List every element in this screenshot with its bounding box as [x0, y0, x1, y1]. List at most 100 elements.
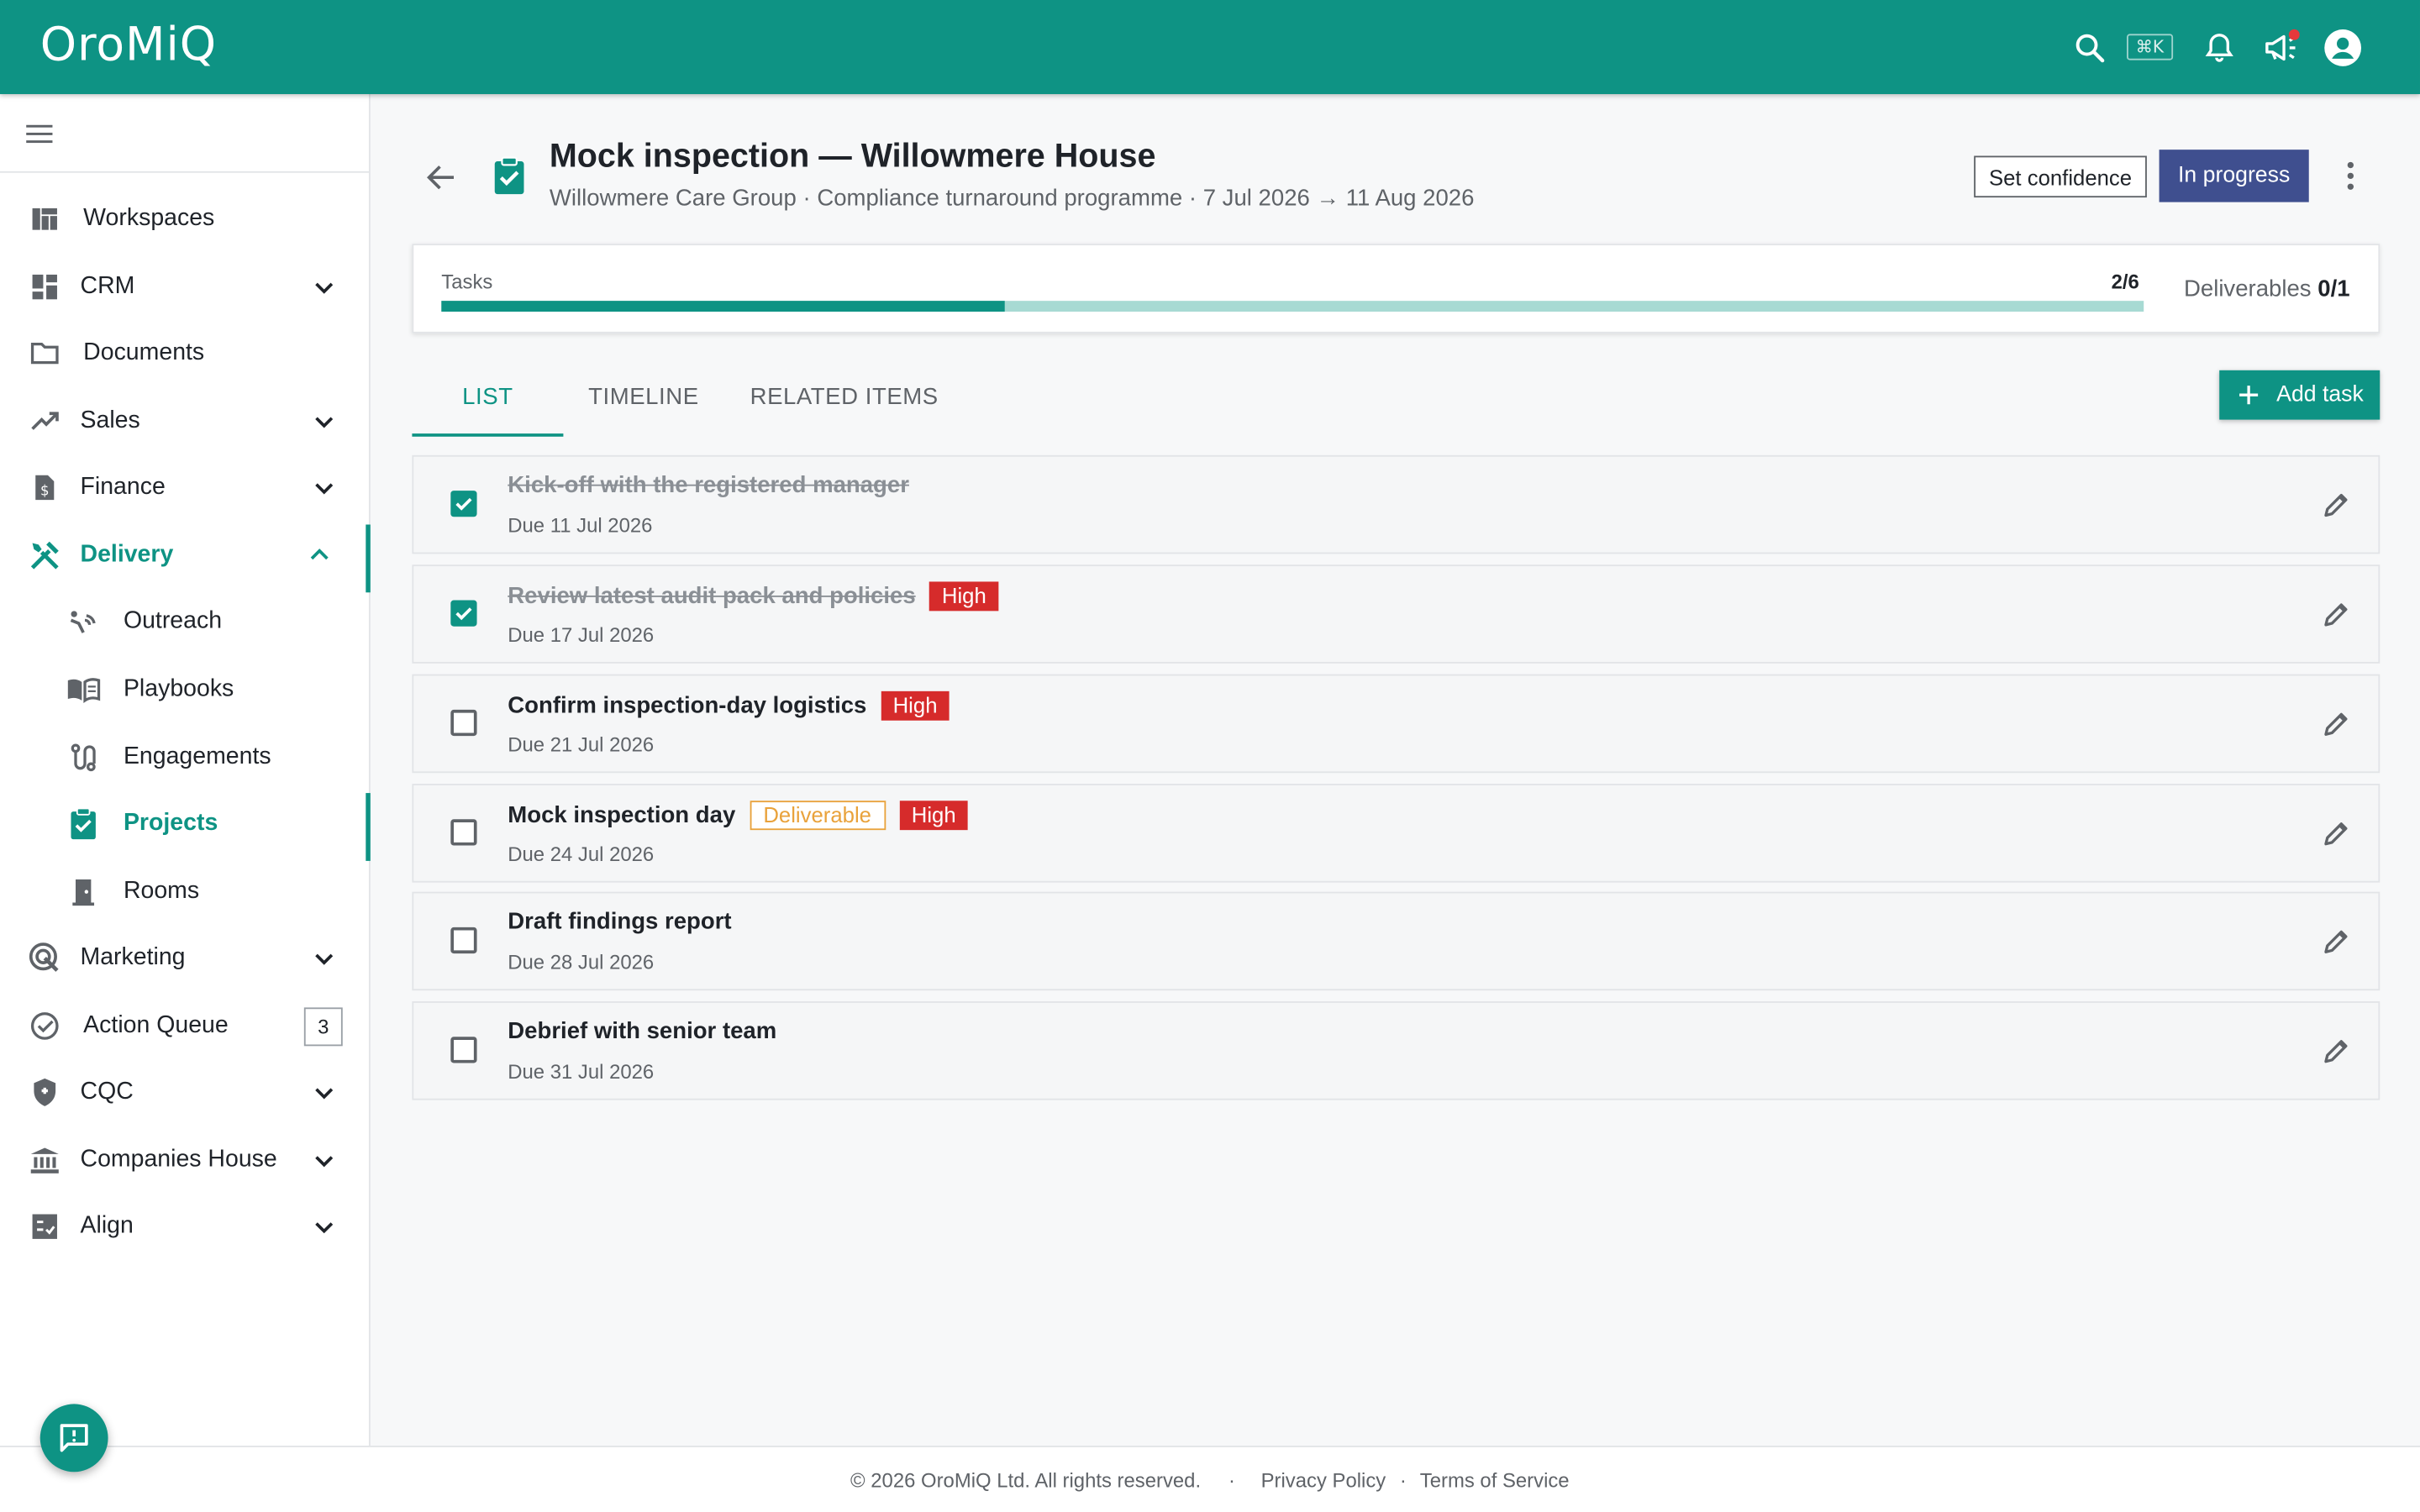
terms-of-service-link[interactable]: Terms of Service: [1420, 1469, 1570, 1493]
invoice-icon: $: [28, 470, 61, 504]
task-checkbox[interactable]: [450, 1037, 477, 1063]
sidebar-item-label: CRM: [80, 273, 135, 300]
task-row[interactable]: Draft findings report Due 28 Jul 2026: [412, 891, 2381, 991]
bell-icon: [2205, 33, 2233, 61]
set-confidence-button[interactable]: Set confidence: [1974, 155, 2147, 198]
task-checkbox[interactable]: [450, 927, 477, 954]
sidebar-item-crm[interactable]: CRM: [0, 256, 369, 318]
sidebar-divider: [0, 171, 369, 173]
dashboard-icon: [28, 270, 61, 303]
page-title: Mock inspection — Willowmere House: [549, 137, 1156, 175]
sidebar-item-documents[interactable]: Documents: [0, 323, 369, 384]
book-icon: [66, 673, 101, 706]
sidebar-item-marketing[interactable]: Marketing: [0, 927, 369, 989]
shield-icon: [28, 1075, 61, 1109]
sidebar-item-engagements[interactable]: Engagements: [0, 727, 369, 788]
task-title-text[interactable]: Mock inspection day: [508, 802, 735, 828]
chevron-down-icon: [315, 1088, 334, 1100]
account-icon: [2324, 29, 2362, 66]
task-title-text[interactable]: Confirm inspection-day logistics: [508, 693, 866, 719]
task-checkbox[interactable]: [450, 819, 477, 846]
sidebar-item-align[interactable]: Align: [0, 1195, 369, 1257]
menu-icon: [26, 124, 53, 144]
status-button[interactable]: In progress: [2159, 150, 2309, 202]
main-content: Mock inspection — Willowmere House Willo…: [371, 94, 2420, 1446]
copyright-text: © 2026 OroMiQ Ltd. All rights reserved.: [850, 1468, 1202, 1493]
task-row[interactable]: Debrief with senior team Due 31 Jul 2026: [412, 1001, 2381, 1100]
footer-separator: ·: [1228, 1468, 1236, 1493]
menu-toggle-button[interactable]: [24, 118, 55, 150]
account-button[interactable]: [2312, 16, 2373, 77]
sidebar-item-label: Delivery: [80, 541, 174, 568]
sidebar-item-label: Projects: [123, 810, 218, 837]
edit-task-button[interactable]: [2321, 489, 2352, 520]
edit-task-button[interactable]: [2321, 926, 2352, 957]
task-row[interactable]: Mock inspection day Deliverable High Due 24…: [412, 784, 2381, 883]
sidebar-item-workspaces[interactable]: Workspaces: [0, 188, 369, 249]
task-due-date: Due 24 Jul 2026: [508, 842, 655, 866]
more-options-button[interactable]: [2333, 157, 2367, 194]
privacy-policy-link[interactable]: Privacy Policy: [1261, 1469, 1386, 1493]
edit-task-button[interactable]: [2321, 1035, 2352, 1066]
chevron-down-icon: [315, 1222, 334, 1234]
chat-button[interactable]: [39, 1404, 108, 1473]
checklist-icon: [28, 1210, 61, 1243]
task-title-text[interactable]: Kick-off with the registered manager: [508, 472, 909, 498]
priority-high-badge: High: [929, 581, 999, 612]
sidebar-item-outreach[interactable]: Outreach: [0, 591, 369, 652]
task-row[interactable]: Review latest audit pack and policies Hig…: [412, 564, 2381, 664]
notifications-button[interactable]: [2188, 16, 2249, 77]
task-row[interactable]: Confirm inspection-day logistics High Due …: [412, 674, 2381, 774]
chevron-down-icon: [315, 282, 334, 294]
back-button[interactable]: [423, 159, 460, 196]
task-checkbox[interactable]: [450, 709, 477, 737]
sidebar-item-cqc[interactable]: CQC: [0, 1062, 369, 1123]
add-task-button[interactable]: Add task: [2219, 370, 2381, 420]
task-row[interactable]: Kick-off with the registered manager Due …: [412, 454, 2381, 554]
task-checkbox[interactable]: [450, 491, 477, 517]
top-app-bar: OroMiQ ⌘K: [0, 0, 2420, 95]
sidebar-item-finance[interactable]: $ Finance: [0, 457, 369, 518]
task-title: Draft findings report: [508, 909, 731, 935]
pencil-icon: [2324, 1040, 2348, 1063]
sidebar-item-projects[interactable]: Projects: [0, 793, 371, 861]
progress-card: Tasks 2/6 Deliverables 0/1: [412, 244, 2381, 333]
sidebar-item-playbooks[interactable]: Playbooks: [0, 659, 369, 720]
tasks-progress-label: Tasks: [441, 270, 493, 293]
workspaces-icon: [28, 202, 61, 236]
task-title: Kick-off with the registered manager: [508, 472, 909, 498]
page-subtitle: Willowmere Care Group · Compliance turna…: [549, 185, 1475, 212]
task-title: Confirm inspection-day logistics High: [508, 690, 950, 721]
edit-task-button[interactable]: [2321, 817, 2352, 848]
sidebar-item-rooms[interactable]: Rooms: [0, 861, 369, 922]
sidebar-item-delivery[interactable]: Delivery: [0, 524, 371, 593]
task-checkbox[interactable]: [450, 600, 477, 627]
sidebar-item-action-queue[interactable]: Action Queue 3: [0, 995, 369, 1057]
edit-task-button[interactable]: [2321, 599, 2352, 630]
task-title-text[interactable]: Review latest audit pack and policies: [508, 583, 915, 609]
action-queue-count-badge: 3: [303, 1006, 343, 1046]
task-title-text[interactable]: Debrief with senior team: [508, 1018, 776, 1044]
sidebar-item-label: CQC: [80, 1078, 134, 1105]
feedback-icon: [60, 1424, 88, 1452]
sidebar-item-sales[interactable]: Sales: [0, 391, 369, 452]
chevron-up-icon: [310, 549, 329, 560]
search-button[interactable]: [2059, 16, 2120, 77]
app-logo[interactable]: OroMiQ: [40, 18, 217, 72]
edit-task-button[interactable]: [2321, 708, 2352, 739]
task-title-text[interactable]: Draft findings report: [508, 909, 731, 935]
tab-related-items[interactable]: RELATED ITEMS: [739, 356, 950, 437]
announcements-button[interactable]: [2250, 16, 2312, 77]
tab-timeline[interactable]: TIMELINE: [571, 356, 717, 437]
search-shortcut-hint: ⌘K: [2126, 34, 2174, 60]
deliverables-count: 0/1: [2317, 276, 2350, 302]
clipboard-check-icon: [491, 156, 528, 197]
chevron-down-icon: [315, 1156, 334, 1168]
trending-up-icon: [28, 404, 61, 438]
target-icon: [28, 941, 61, 974]
sidebar-item-companies-house[interactable]: Companies House: [0, 1129, 369, 1190]
pencil-icon: [2324, 603, 2348, 627]
folder-icon: [28, 336, 61, 370]
check-circle-icon: [28, 1009, 61, 1042]
tab-list[interactable]: LIST: [412, 356, 564, 437]
